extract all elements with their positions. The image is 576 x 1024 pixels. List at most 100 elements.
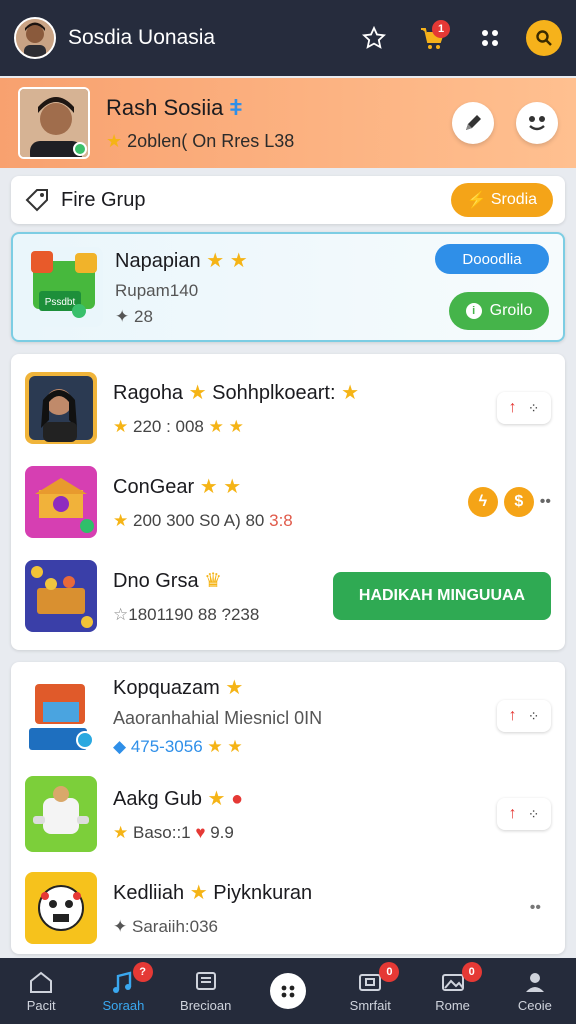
app-title: Sosdia Uonasia (68, 26, 216, 49)
item-title-text: Aakg Gub (113, 787, 202, 810)
star-outline-icon[interactable] (354, 18, 394, 58)
star-icon: ★ (199, 475, 218, 498)
item-meta-text: 1801190 88 ?238 (128, 604, 260, 624)
featured-card[interactable]: Pssdbt Napapian ★ ★ Rupam140 ✦ 28 Dooodl… (11, 232, 565, 342)
item-meta: ★ 220 : 008 ★ ★ (113, 417, 497, 437)
item-title: ConGear ★ ★ (113, 474, 468, 499)
item-title: Kedliiah ★ Piyknkuran (113, 880, 530, 905)
group-action-button[interactable]: ⚡ Srodia (451, 183, 553, 217)
more-icon: ⁘ (527, 707, 540, 724)
nav-messages-label: Brecioan (180, 997, 232, 1013)
more-icon[interactable]: •• (530, 899, 541, 917)
nav-messages[interactable]: Brecioan (165, 958, 247, 1024)
home-icon (30, 971, 53, 993)
item-title-text: Kedliiah (113, 881, 185, 904)
nav-rome-label: Rome (435, 997, 470, 1013)
face-icon (529, 116, 545, 131)
nav-inbox-badge: 0 (379, 962, 400, 982)
list-card-2: Kopquazam ★ Aaoranhahial Miesnicl 0IN ◆ … (11, 662, 565, 954)
item-title-text: Dno Grsa (113, 569, 199, 592)
nav-inbox[interactable]: Smrfait 0 (329, 958, 411, 1024)
item-title: Kopquazam ★ (113, 675, 497, 700)
nav-rome-badge: 0 (461, 962, 482, 982)
berry-icon: ● (231, 787, 244, 810)
star-icon: ★ (229, 249, 248, 272)
cart-button[interactable]: 1 (412, 18, 452, 58)
user-avatar[interactable] (14, 17, 56, 59)
search-button[interactable] (526, 20, 562, 56)
item-sub: Aaoranhahial Miesnicl 0IN (113, 708, 323, 728)
featured-meta-text: 28 (133, 306, 153, 326)
cart-badge: 1 (432, 20, 450, 38)
bottom-nav: Pacit Soraah ? Brecioan Smrfait 0 Rome 0… (0, 958, 576, 1024)
nav-music-label: Soraah (102, 997, 145, 1013)
list-card-1: Ragoha ★ Sohhplkoeart: ★ ★ 220 : 008 ★ ★… (11, 354, 565, 650)
list-item[interactable]: Aakg Gub ★ ● ★ Baso::1 ♥ 9.9 ↑ ⁘ (11, 774, 565, 854)
star-icon: ★ (113, 510, 129, 530)
item-title-text: Kopquazam (113, 677, 220, 699)
list-item[interactable]: Kedliiah ★ Piyknkuran ✦ Saraiih:036 •• (11, 868, 565, 948)
item-meta: ☆1801190 88 ?238 (113, 605, 333, 625)
star-icon: ★ (106, 130, 123, 151)
edit-button[interactable] (452, 102, 494, 144)
featured-title-text: Napapian (115, 249, 201, 272)
item-action-button[interactable]: ↑ ⁘ (497, 392, 551, 424)
search-icon (536, 30, 552, 46)
nav-rome[interactable]: Rome 0 (411, 958, 493, 1024)
featured-secondary-button[interactable]: i Groilo (449, 292, 549, 330)
coin-button[interactable]: $ (503, 487, 534, 517)
star-icon: ★ (208, 416, 224, 436)
nav-center[interactable] (247, 958, 329, 1024)
star-icon: ★ (227, 737, 243, 756)
star-icon: ★ (225, 677, 244, 699)
nav-home-label: Pacit (26, 997, 56, 1013)
star-icon: ★ (113, 416, 129, 436)
item-meta-text: 200 300 S0 A) 80 (132, 510, 265, 530)
item-thumbnail (25, 872, 97, 944)
item-thumbnail (25, 676, 97, 756)
list-item[interactable]: Kopquazam ★ Aaoranhahial Miesnicl 0IN ◆ … (11, 674, 565, 758)
featured-meta: ✦ 28 (115, 307, 435, 327)
item-thumbnail (25, 372, 97, 444)
item-action-button[interactable]: ↑ ⁘ (497, 798, 551, 830)
nav-music[interactable]: Soraah ? (82, 958, 164, 1024)
group-label: Fire Grup (61, 188, 146, 211)
list-item[interactable]: ConGear ★ ★ ★ 200 300 S0 A) 80 3:8 ϟ $ •… (11, 462, 565, 542)
star-icon: ★ (188, 381, 207, 404)
item-meta-text: 220 : 008 (132, 416, 204, 436)
arrow-up-icon: ↑ (508, 707, 517, 724)
crown-icon: ♛ (204, 569, 223, 592)
coin-icon: $ (514, 493, 524, 510)
featured-title: Napapian ★ ★ (115, 248, 435, 273)
more-icon[interactable]: •• (540, 493, 551, 511)
bolt-button[interactable]: ϟ (467, 487, 498, 517)
group-card[interactable]: Fire Grup ⚡ Srodia (11, 176, 565, 224)
featured-secondary-label: Groilo (489, 302, 533, 319)
list-item[interactable]: Ragoha ★ Sohhplkoeart: ★ ★ 220 : 008 ★ ★… (11, 368, 565, 448)
cta-button[interactable]: HADIKAH MINGUUAA (333, 572, 551, 620)
item-title-extra: Piyknkuran (213, 881, 313, 904)
item-title-text: ConGear (113, 475, 195, 498)
item-action-button[interactable]: ↑ ⁘ (497, 700, 551, 732)
item-meta: ★ Baso::1 ♥ 9.9 (113, 823, 497, 843)
profile-photo[interactable] (18, 87, 90, 159)
center-button[interactable] (269, 973, 306, 1009)
game-icon (281, 985, 295, 998)
apps-icon[interactable] (470, 18, 510, 58)
nav-home[interactable]: Pacit (0, 958, 82, 1024)
item-meta-extra: 9.9 (210, 822, 234, 842)
list-item[interactable]: Dno Grsa ♛ ☆1801190 88 ?238 HADIKAH MING… (11, 556, 565, 636)
star-icon: ★ (341, 381, 360, 404)
nav-profile[interactable]: Ceoie (494, 958, 576, 1024)
friends-button[interactable] (516, 102, 558, 144)
profile-name-text: Rash Sosiia (106, 94, 224, 120)
sparkle-icon: ✦ (113, 916, 128, 936)
star-icon: ★ (113, 822, 129, 842)
profile-banner: Rash Sosiia ǂ ★ 2oblen( On Rres L38 (0, 78, 576, 168)
star-icon: ★ (228, 416, 244, 436)
item-meta-text: Saraiih:036 (131, 916, 218, 936)
group-action-label: Srodia (490, 191, 538, 208)
star-icon: ★ (223, 475, 242, 498)
item-title: Ragoha ★ Sohhplkoeart: ★ (113, 380, 497, 405)
featured-primary-button[interactable]: Dooodlia (435, 244, 549, 274)
